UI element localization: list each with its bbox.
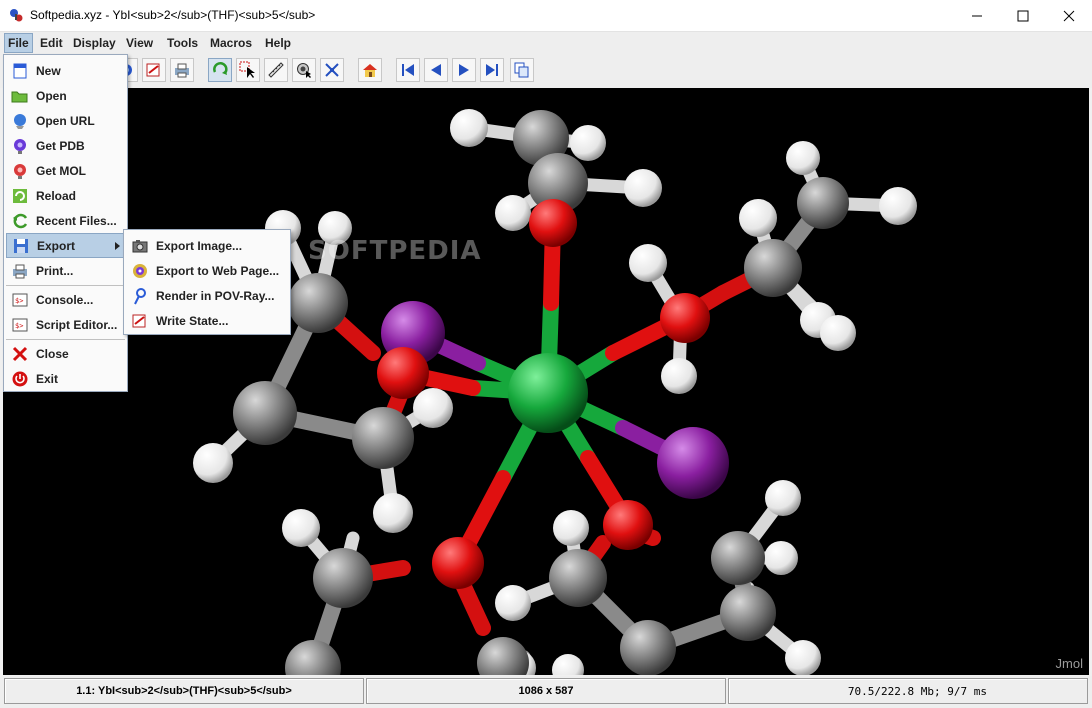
camera-icon: [132, 239, 148, 252]
menu-item-write-state[interactable]: Write State...: [126, 308, 288, 333]
toolbar-button-select[interactable]: [236, 58, 260, 82]
maximize-icon: [1017, 10, 1029, 21]
window-title: Softpedia.xyz - YbI<sub>2</sub>(THF)<sub…: [30, 8, 316, 22]
toolbar-button-print[interactable]: [170, 58, 194, 82]
toolbar-button-prev-frame[interactable]: [424, 58, 448, 82]
jmol-brand-label: Jmol: [1055, 656, 1083, 671]
status-model: 1.1: YbI<sub>2</sub>(THF)<sub>5</sub>: [4, 678, 364, 704]
menu-display[interactable]: Display: [69, 35, 120, 51]
select-pointer-icon: [239, 61, 255, 78]
menu-help[interactable]: Help: [261, 35, 295, 51]
toolbar-button-copy[interactable]: [510, 58, 534, 82]
menu-file[interactable]: File: [4, 33, 33, 53]
toolbar-button-next-frame[interactable]: [452, 58, 476, 82]
print-icon: [13, 264, 27, 278]
menu-tools[interactable]: Tools: [163, 35, 202, 51]
menu-item-new[interactable]: New: [6, 58, 125, 83]
export-submenu: Export Image... Export to Web Page... Re…: [123, 229, 291, 335]
povray-icon: [134, 287, 146, 304]
jmol-app-icon: [10, 9, 23, 22]
recent-icon: [13, 213, 28, 228]
toolbar: [0, 54, 1092, 88]
ruler-icon: [268, 62, 284, 78]
status-viewport-size: 1086 x 587: [366, 678, 726, 704]
menu-separator: [6, 285, 125, 286]
print-icon: [175, 63, 189, 78]
minimize-button[interactable]: [954, 0, 1000, 31]
toolbar-button-pick-center[interactable]: [292, 58, 316, 82]
minimize-icon: [972, 15, 982, 16]
menu-item-print[interactable]: Print...: [6, 258, 125, 283]
close-x-icon: [1063, 10, 1075, 21]
menu-macros[interactable]: Macros: [206, 35, 256, 51]
molecule-viewport[interactable]: SOFTPEDIA Jmol: [3, 88, 1089, 675]
menu-item-get-mol[interactable]: Get MOL: [6, 158, 125, 183]
atoms: [193, 109, 917, 675]
home-icon: [363, 64, 377, 77]
submenu-arrow-icon: [115, 242, 120, 250]
toolbar-button-script[interactable]: [142, 58, 166, 82]
menu-item-console[interactable]: $> Console...: [6, 287, 125, 312]
toolbar-button-last-frame[interactable]: [480, 58, 504, 82]
console-icon: $>: [12, 293, 28, 306]
toolbar-button-rotate[interactable]: [208, 58, 232, 82]
menu-item-recent-files[interactable]: Recent Files...: [6, 208, 125, 233]
exit-icon: [12, 371, 28, 386]
file-menu: New Open Open URL Get PDB Get MOL Reload…: [3, 54, 128, 392]
menu-item-export[interactable]: Export: [6, 233, 125, 258]
softpedia-watermark: SOFTPEDIA: [308, 236, 482, 266]
menu-item-open[interactable]: Open: [6, 83, 125, 108]
menu-item-export-image[interactable]: Export Image...: [126, 233, 288, 258]
toolbar-button-measure[interactable]: [264, 58, 288, 82]
last-frame-icon: [486, 64, 498, 76]
status-memory: 70.5/222.8 Mb; 9/7 ms: [728, 678, 1088, 704]
menu-item-get-pdb[interactable]: Get PDB: [6, 133, 125, 158]
menu-bar: File Edit Display View Tools Macros Help: [0, 32, 1092, 54]
status-bar: 1.1: YbI<sub>2</sub>(THF)<sub>5</sub> 10…: [0, 676, 1092, 708]
menu-item-exit[interactable]: Exit: [6, 366, 125, 391]
close-window-button[interactable]: [1046, 0, 1092, 31]
menu-item-export-web-page[interactable]: Export to Web Page...: [126, 258, 288, 283]
first-frame-icon: [402, 64, 414, 76]
svg-text:$>: $>: [15, 322, 23, 330]
mol-icon: [14, 163, 26, 179]
reload-icon: [13, 188, 27, 203]
new-icon: [13, 63, 27, 78]
script-icon: $>: [12, 318, 28, 331]
menu-edit[interactable]: Edit: [36, 35, 67, 51]
export-icon: [14, 238, 28, 253]
globe-icon: [14, 113, 26, 129]
pick-center-icon: [297, 63, 311, 78]
folder-icon: [11, 91, 28, 102]
rotate-icon: [213, 62, 228, 75]
menu-item-close[interactable]: Close: [6, 341, 125, 366]
menu-item-script-editor[interactable]: $> Script Editor...: [6, 312, 125, 337]
web-icon: [133, 263, 147, 278]
maximize-button[interactable]: [1000, 0, 1046, 31]
state-icon: [132, 314, 146, 327]
toolbar-button-pick-label[interactable]: [320, 58, 344, 82]
script-icon: [146, 63, 160, 77]
menu-item-open-url[interactable]: Open URL: [6, 108, 125, 133]
next-frame-icon: [459, 64, 469, 76]
title-bar: Softpedia.xyz - YbI<sub>2</sub>(THF)<sub…: [0, 0, 1092, 32]
pdb-icon: [14, 138, 26, 154]
close-icon: [12, 346, 28, 361]
menu-item-reload[interactable]: Reload: [6, 183, 125, 208]
toolbar-button-first-frame[interactable]: [396, 58, 420, 82]
copy-icon: [514, 62, 529, 78]
label-atoms-icon: [325, 63, 339, 77]
svg-text:$>: $>: [15, 297, 23, 305]
menu-view[interactable]: View: [122, 35, 157, 51]
menu-item-render-povray[interactable]: Render in POV-Ray...: [126, 283, 288, 308]
toolbar-button-home[interactable]: [358, 58, 382, 82]
prev-frame-icon: [431, 64, 441, 76]
menu-separator: [6, 339, 125, 340]
molecule-render: [193, 109, 917, 675]
